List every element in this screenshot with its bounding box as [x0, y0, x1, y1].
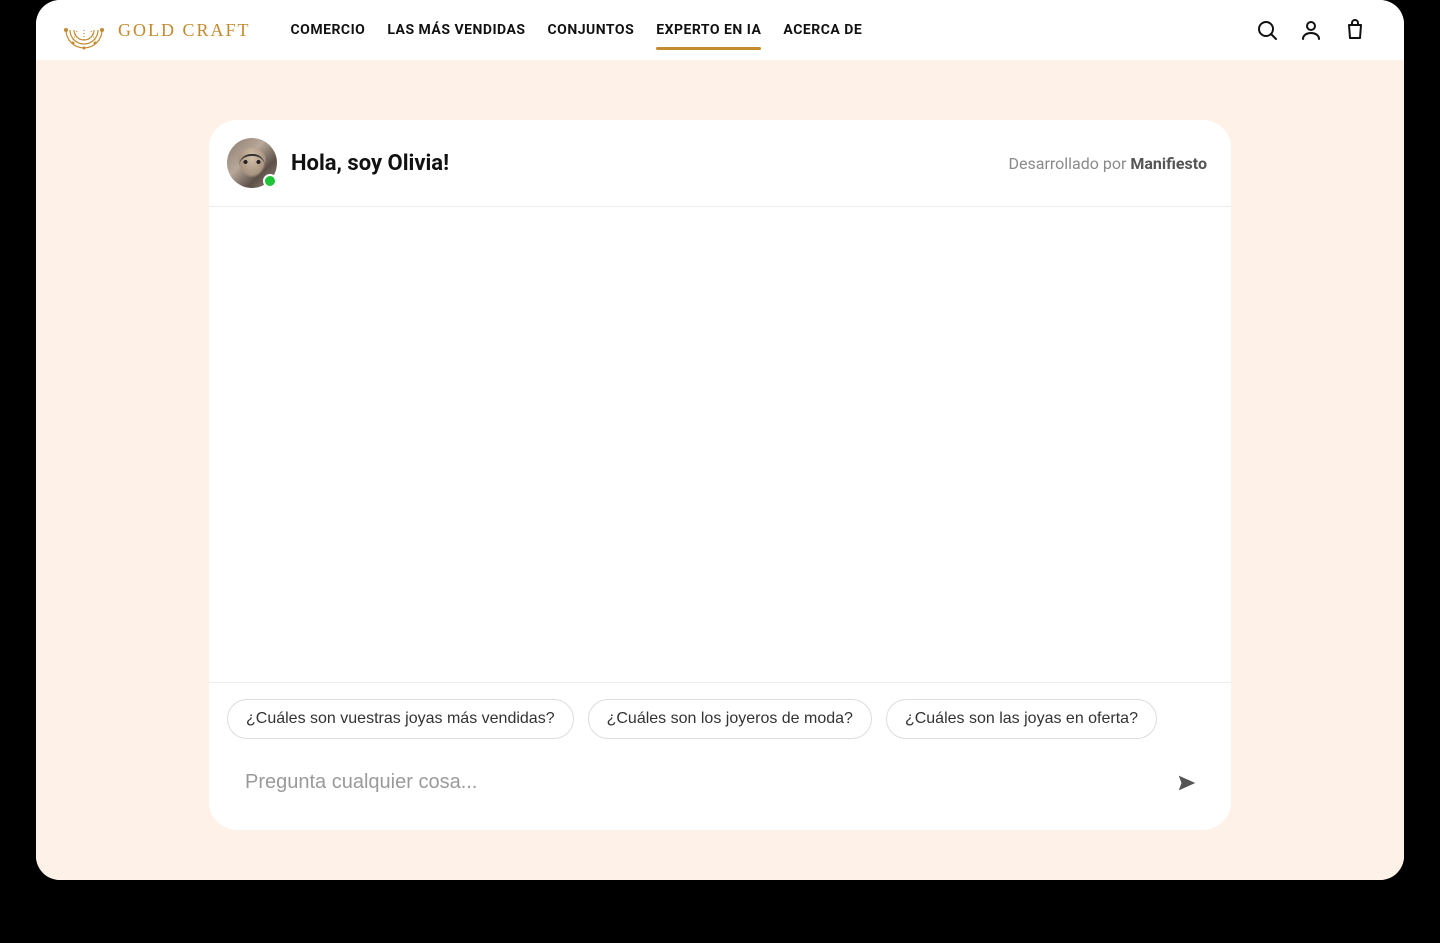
- suggestion-chip[interactable]: ¿Cuáles son las joyas en oferta?: [886, 699, 1157, 739]
- brand-logo[interactable]: GOLD CRAFT: [60, 10, 251, 50]
- chat-footer: ¿Cuáles son vuestras joyas más vendidas?…: [209, 682, 1231, 830]
- site-header: GOLD CRAFT COMERCIO LAS MÁS VENDIDAS CON…: [36, 0, 1404, 60]
- suggestion-chip[interactable]: ¿Cuáles son vuestras joyas más vendidas?: [227, 699, 574, 739]
- chat-input-row: [227, 759, 1213, 806]
- powered-by-brand[interactable]: Manifiesto: [1130, 154, 1207, 173]
- chat-card: Hola, soy Olivia! Desarrollado por Manif…: [209, 120, 1231, 830]
- powered-by: Desarrollado por Manifiesto: [1009, 154, 1208, 173]
- suggestion-chip[interactable]: ¿Cuáles son los joyeros de moda?: [588, 699, 872, 739]
- chat-messages-area: [209, 207, 1231, 682]
- powered-by-prefix: Desarrollado por: [1009, 154, 1131, 173]
- nav-item-conjuntos[interactable]: CONJUNTOS: [548, 16, 635, 44]
- chat-title: Hola, soy Olivia!: [291, 151, 995, 176]
- presence-indicator-icon: [263, 174, 277, 188]
- send-icon[interactable]: [1173, 769, 1201, 797]
- chat-header: Hola, soy Olivia! Desarrollado por Manif…: [209, 120, 1231, 207]
- chat-input[interactable]: [239, 759, 1173, 806]
- header-actions: [1254, 17, 1368, 43]
- account-icon[interactable]: [1298, 17, 1324, 43]
- page-body: Hola, soy Olivia! Desarrollado por Manif…: [36, 60, 1404, 880]
- nav-item-comercio[interactable]: COMERCIO: [291, 16, 366, 44]
- search-icon[interactable]: [1254, 17, 1280, 43]
- suggestion-chips: ¿Cuáles son vuestras joyas más vendidas?…: [227, 699, 1213, 739]
- nav-item-experto-ia[interactable]: EXPERTO EN IA: [656, 16, 761, 44]
- nav-item-mas-vendidas[interactable]: LAS MÁS VENDIDAS: [387, 16, 525, 44]
- main-nav: COMERCIO LAS MÁS VENDIDAS CONJUNTOS EXPE…: [291, 16, 1254, 44]
- shopping-bag-icon[interactable]: [1342, 17, 1368, 43]
- assistant-avatar: [227, 138, 277, 188]
- logo-icon: [60, 10, 108, 50]
- nav-item-acerca-de[interactable]: ACERCA DE: [783, 16, 862, 44]
- brand-name: GOLD CRAFT: [118, 20, 251, 41]
- app-frame: GOLD CRAFT COMERCIO LAS MÁS VENDIDAS CON…: [36, 0, 1404, 880]
